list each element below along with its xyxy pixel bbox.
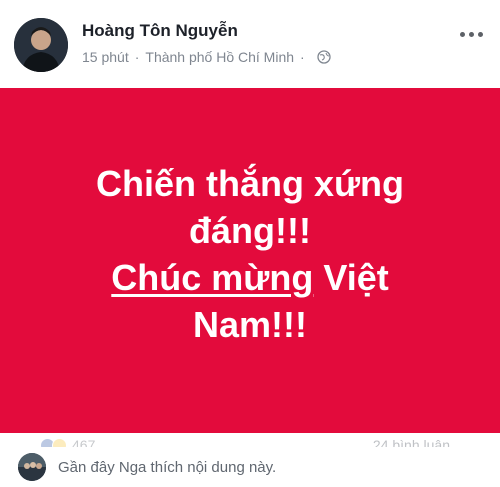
card-line: đáng!!!: [189, 209, 311, 251]
globe-icon: [317, 50, 331, 64]
post-time[interactable]: 15 phút: [82, 49, 129, 65]
card-line: Chiến thắng xứng: [95, 162, 405, 204]
avatar-image: [14, 18, 68, 72]
author-avatar[interactable]: [14, 18, 68, 72]
friend-activity-text[interactable]: Gần đây Nga thích nội dung này.: [58, 459, 276, 476]
card-text: Chiến thắng xứng đáng!!! Chúc mừng Việt …: [70, 160, 430, 348]
friend-avatar-image: [18, 453, 46, 481]
author-name[interactable]: Hoàng Tôn Nguyễn: [82, 21, 238, 41]
post-header: Hoàng Tôn Nguyễn 15 phút · Thành phố Hồ …: [0, 0, 500, 88]
facebook-post: Hoàng Tôn Nguyễn 15 phút · Thành phố Hồ …: [0, 0, 500, 487]
card-line: Chúc mừng Việt: [70, 254, 430, 301]
card-underlined-text: Chúc mừng: [111, 256, 314, 298]
friend-activity: Gần đây Nga thích nội dung này.: [0, 447, 500, 487]
meta-separator: ·: [134, 49, 140, 65]
post-location[interactable]: Thành phố Hồ Chí Minh: [145, 49, 294, 65]
post-meta: 15 phút · Thành phố Hồ Chí Minh ·: [82, 49, 331, 65]
friend-avatar[interactable]: [18, 453, 46, 481]
meta-separator: ·: [300, 49, 305, 65]
card-line: Nam!!!: [193, 303, 307, 345]
more-options-icon[interactable]: [456, 22, 486, 46]
card-line-rest: Việt: [313, 256, 389, 298]
text-post-card[interactable]: Chiến thắng xứng đáng!!! Chúc mừng Việt …: [0, 88, 500, 433]
